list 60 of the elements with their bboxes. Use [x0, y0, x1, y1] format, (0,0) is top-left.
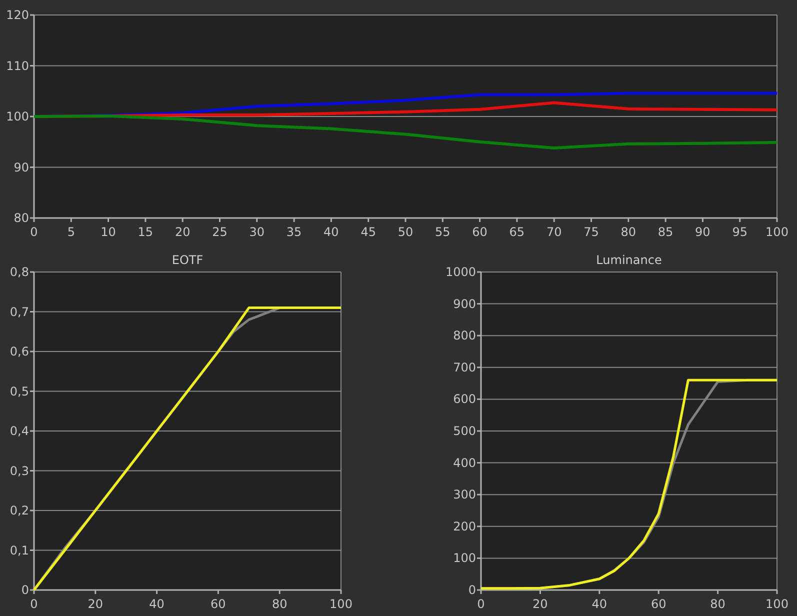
- axis-label: 55: [435, 225, 450, 239]
- axis-label: 800: [453, 328, 476, 343]
- axis-label: 0: [21, 583, 29, 597]
- axis-label: 200: [453, 519, 476, 534]
- axis-label: 100: [766, 597, 788, 611]
- axis-label: 0,2: [10, 504, 29, 518]
- axis-label: 60: [650, 597, 666, 611]
- axis-label: 100: [330, 597, 352, 611]
- axis-label: 0: [30, 225, 38, 239]
- axis-label: 0,5: [10, 384, 29, 398]
- axis-label: 40: [324, 225, 339, 239]
- axis-label: 50: [398, 225, 414, 239]
- axis-label: 900: [453, 296, 476, 311]
- axis-label: 700: [453, 360, 476, 374]
- axis-label: 60: [210, 597, 226, 611]
- chart-title: EOTF: [172, 253, 204, 267]
- axis-label: 600: [453, 392, 476, 406]
- axis-label: 75: [584, 225, 599, 239]
- axis-label: 80: [14, 211, 29, 225]
- axis-label: 0,4: [10, 424, 29, 438]
- axis-label: 20: [532, 597, 548, 611]
- axis-label: 20: [88, 597, 104, 611]
- axis-label: 90: [14, 160, 29, 174]
- axis-label: 25: [212, 225, 228, 239]
- axis-label: 70: [546, 225, 562, 239]
- axis-label: 100: [766, 225, 788, 239]
- axis-label: 85: [658, 225, 674, 239]
- axis-label: 35: [286, 225, 302, 239]
- axis-label: 65: [509, 225, 525, 239]
- axis-label: 0,3: [10, 464, 29, 478]
- axis-label: 30: [249, 225, 265, 239]
- axis-label: 0,6: [10, 344, 29, 358]
- axis-label: 90: [695, 225, 710, 239]
- axis-label: 0,7: [10, 304, 29, 319]
- axis-label: 100: [6, 110, 29, 124]
- axis-label: 100: [453, 551, 476, 566]
- axis-label: 60: [472, 225, 488, 239]
- axis-label: 120: [6, 8, 29, 22]
- axis-label: 0,8: [10, 265, 29, 279]
- axis-label: 40: [149, 597, 164, 611]
- axis-label: 0: [30, 597, 38, 611]
- axis-label: 15: [138, 225, 154, 239]
- axis-label: 10: [100, 225, 116, 239]
- axis-label: 0,1: [10, 543, 29, 558]
- axis-label: 400: [453, 456, 476, 470]
- axis-label: 110: [6, 58, 29, 73]
- axis-label: 0: [477, 597, 485, 611]
- axis-label: 80: [710, 597, 726, 611]
- axis-label: 45: [360, 225, 376, 239]
- axis-label: 40: [592, 597, 608, 611]
- axis-label: 80: [272, 597, 288, 611]
- axis-label: 1000: [445, 265, 476, 279]
- axis-label: 300: [453, 488, 476, 502]
- axis-label: 80: [620, 225, 636, 239]
- axis-label: 95: [732, 225, 748, 239]
- chart-title: Luminance: [596, 253, 662, 267]
- axis-label: 0: [468, 583, 476, 597]
- axis-label: 500: [453, 424, 476, 438]
- axis-label: 5: [67, 225, 75, 239]
- axis-label: 20: [174, 225, 190, 239]
